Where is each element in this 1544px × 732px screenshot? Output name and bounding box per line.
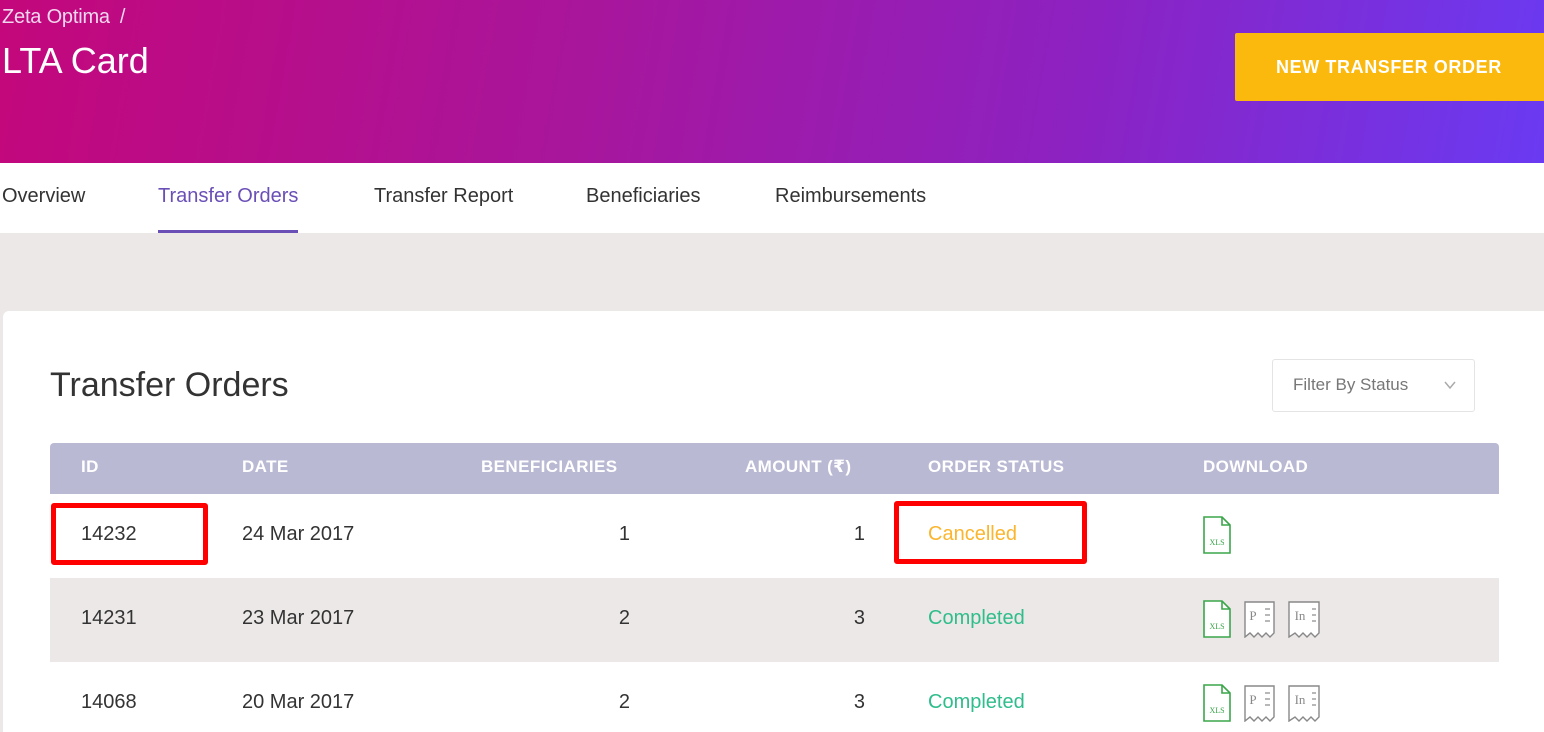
invoice-icon[interactable]: In — [1287, 600, 1321, 638]
pdf-label: P — [1249, 608, 1256, 623]
table-row: 14068 20 Mar 2017 2 3 Completed XLS P In — [50, 662, 1499, 732]
page-title: LTA Card — [2, 40, 149, 81]
order-amount: 1 — [853, 523, 865, 545]
pdf-icon[interactable]: P — [1243, 684, 1276, 722]
column-header-order-status[interactable]: ORDER STATUS — [928, 457, 1064, 477]
order-beneficiaries: 2 — [618, 607, 630, 629]
order-amount: 3 — [853, 607, 865, 629]
tab-transfer-orders[interactable]: Transfer Orders — [158, 163, 299, 233]
column-header-date[interactable]: DATE — [242, 457, 289, 477]
order-date: 20 Mar 2017 — [242, 691, 355, 713]
table-header: ID DATE BENEFICIARIES AMOUNT (₹) ORDER S… — [50, 443, 1499, 494]
pdf-label: P — [1249, 692, 1256, 707]
order-id[interactable]: 14068 — [81, 691, 137, 714]
tab-reimbursements[interactable]: Reimbursements — [775, 163, 926, 233]
invoice-icon[interactable]: In — [1287, 684, 1321, 722]
pdf-icon[interactable]: P — [1243, 600, 1276, 638]
invoice-label: In — [1295, 608, 1306, 623]
transfer-orders-table: ID DATE BENEFICIARIES AMOUNT (₹) ORDER S… — [50, 443, 1499, 732]
column-header-download: DOWNLOAD — [1203, 457, 1309, 476]
tab-overview[interactable]: Overview — [2, 163, 85, 233]
xls-label: XLS — [1209, 706, 1224, 715]
tab-transfer-report[interactable]: Transfer Report — [374, 163, 513, 233]
chevron-down-icon — [1444, 381, 1456, 390]
breadcrumb: Zeta Optima / — [2, 6, 125, 29]
breadcrumb-separator: / — [119, 6, 126, 28]
order-beneficiaries: 1 — [618, 523, 630, 545]
order-beneficiaries: 2 — [618, 691, 630, 713]
column-header-amount[interactable]: AMOUNT (₹) — [745, 457, 851, 477]
filter-placeholder: Filter By Status — [1293, 375, 1409, 394]
column-header-beneficiaries[interactable]: BENEFICIARIES — [481, 457, 618, 477]
filter-by-status-select[interactable]: Filter By Status — [1272, 359, 1475, 412]
order-status: Completed — [928, 607, 1025, 629]
table-row: 14231 23 Mar 2017 2 3 Completed XLS P In — [50, 578, 1499, 662]
xls-icon[interactable]: XLS — [1202, 600, 1232, 638]
table-row: 14232 24 Mar 2017 1 1 Cancelled XLS — [50, 494, 1499, 578]
highlight-box-order-status — [894, 501, 1087, 564]
xls-label: XLS — [1209, 538, 1224, 547]
column-header-id[interactable]: ID — [81, 457, 99, 477]
order-date: 23 Mar 2017 — [242, 607, 355, 629]
xls-icon[interactable]: XLS — [1202, 516, 1232, 554]
xls-label: XLS — [1209, 622, 1224, 631]
xls-icon[interactable]: XLS — [1202, 684, 1232, 722]
order-amount: 3 — [853, 691, 865, 713]
order-id[interactable]: 14231 — [81, 607, 137, 630]
order-status: Completed — [928, 691, 1025, 713]
new-transfer-order-button[interactable]: NEW TRANSFER ORDER — [1235, 33, 1544, 101]
invoice-label: In — [1295, 692, 1306, 707]
tab-bar: Overview Transfer Orders Transfer Report… — [0, 163, 1544, 233]
breadcrumb-link[interactable]: Zeta Optima — [2, 6, 110, 28]
order-date: 24 Mar 2017 — [242, 523, 355, 545]
section-title: Transfer Orders — [50, 366, 289, 404]
highlight-box-order-id — [51, 503, 208, 565]
tab-beneficiaries[interactable]: Beneficiaries — [586, 163, 701, 233]
